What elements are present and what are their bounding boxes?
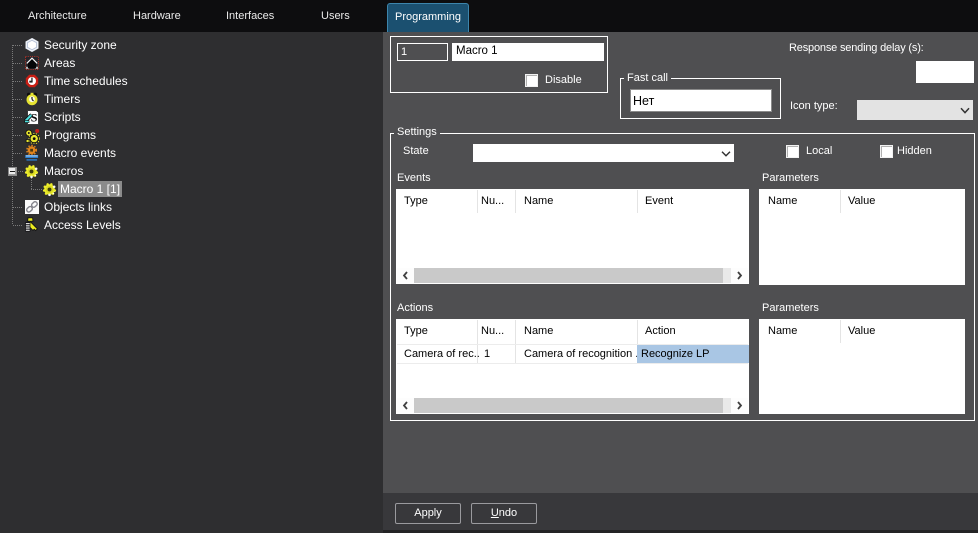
svg-text:S: S xyxy=(31,111,38,125)
